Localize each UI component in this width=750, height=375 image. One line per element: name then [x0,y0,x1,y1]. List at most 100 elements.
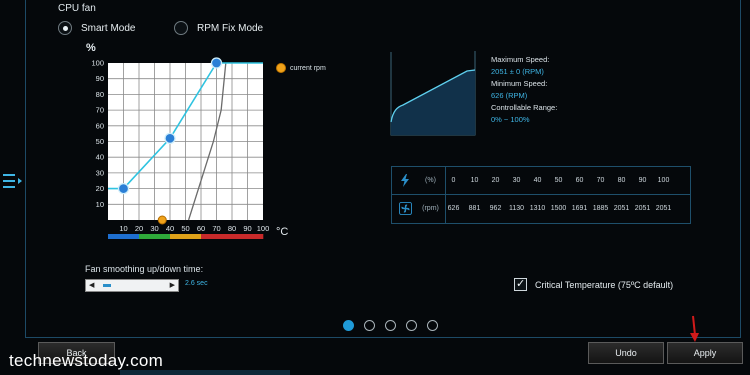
page-dot[interactable] [364,320,375,331]
temperature-band [154,234,171,239]
percent-cell: 70 [596,177,605,184]
temperature-band [123,234,140,239]
y-tick-label: 70 [96,106,104,115]
critical-temperature-label: Critical Temperature (75ºC default) [535,279,674,290]
fan-curve-chart[interactable]: 10 20 30 40 50 60 70 80 90 100 10 20 30 40 50 60 70 80 90 1… [80,55,280,245]
x-tick-label: 40 [166,224,174,233]
percent-cell: 30 [512,177,521,184]
smoothing-value: 2.6 sec [185,280,208,287]
frame-bottom-line [25,337,741,338]
current-rpm-marker [157,215,167,225]
x-tick-label: 60 [197,224,205,233]
percent-cell: 100 [657,177,670,184]
rpm-cell: 626 [447,205,460,212]
y-tick-label: 10 [96,200,104,209]
slider-thumb[interactable] [103,284,111,287]
slider-left-arrow-icon[interactable]: ◀ [89,281,94,289]
radio-dot-icon [58,21,72,35]
section-title: CPU fan [58,3,96,14]
range-label: Controllable Range: [491,103,558,112]
smoothing-slider[interactable]: ◀ ▶ [85,279,179,292]
page-dot[interactable] [343,320,354,331]
y-tick-label: 60 [96,121,104,130]
max-speed-value: 2051 ± 0 (RPM) [491,67,544,76]
min-speed-value: 626 (RPM) [491,91,528,100]
lightning-icon [392,174,418,187]
curve-control-point[interactable] [164,132,176,145]
slider-right-arrow-icon[interactable]: ▶ [170,281,175,289]
apply-button[interactable]: Apply [667,342,743,364]
temperature-band [170,234,186,239]
page-dot[interactable] [385,320,396,331]
checkbox-icon[interactable] [514,277,527,291]
rpm-cell: 2051 [613,205,630,212]
radio-label: Smart Mode [81,22,136,34]
percent-row: (%) 0 10 20 30 40 50 60 70 80 90 100 [392,167,690,195]
temperature-band [216,234,233,239]
temperature-band [201,234,217,239]
radio-smart-mode[interactable]: Smart Mode [58,21,135,35]
critical-temperature-checkbox[interactable]: Critical Temperature (75ºC default) [514,277,674,291]
percent-cell: 10 [470,177,479,184]
speed-info: Maximum Speed: 2051 ± 0 (RPM) Minimum Sp… [491,54,557,126]
y-tick-label: 90 [96,74,104,83]
fan-icon [392,202,418,215]
percent-cell: 80 [617,177,626,184]
page-dot[interactable] [427,320,438,331]
x-tick-label: 20 [135,224,143,233]
rpm-cells: 626 881 962 1130 1310 1500 1691 1885 2051 2051 205… [443,205,674,212]
curve-control-point[interactable] [117,182,130,195]
speed-preview-graph [390,51,476,136]
rpm-cell: 1691 [571,205,588,212]
y-tick-label: 40 [96,153,104,162]
arrow-annotation-icon [690,315,699,342]
percent-cells: 0 10 20 30 40 50 60 70 80 90 100 [443,177,674,184]
rpm-cell: 1310 [529,205,546,212]
percent-cell: 60 [575,177,584,184]
smoothing-label: Fan smoothing up/down time: [85,264,204,274]
temperature-band [185,234,202,239]
temperature-band [232,234,248,239]
current-rpm-dot-icon [276,63,286,73]
x-tick-label: 50 [181,224,189,233]
radio-rpm-fix-mode[interactable]: RPM Fix Mode [174,21,263,35]
percent-cell: 40 [533,177,542,184]
y-unit-label: % [86,42,96,54]
rpm-cell: 1130 [508,205,525,212]
x-tick-label: 90 [243,224,251,233]
x-tick-label: 10 [119,224,127,233]
rpm-row: (rpm) 626 881 962 1130 1310 1500 1691 1885 2051 2… [392,195,690,222]
percent-unit: (%) [425,177,436,184]
y-tick-label: 30 [96,168,104,177]
speed-table: (%) 0 10 20 30 40 50 60 70 80 90 100 (rpm) 626 881 9… [391,166,691,224]
page-dot[interactable] [406,320,417,331]
frame-right-line [740,0,741,338]
temperature-band [108,234,124,239]
x-tick-label: 80 [228,224,236,233]
rpm-cell: 2051 [655,205,672,212]
temperature-band [139,234,155,239]
y-tick-label: 80 [96,90,104,99]
percent-cell: 20 [491,177,500,184]
rpm-cell: 881 [468,205,481,212]
min-speed-label: Minimum Speed: [491,79,548,88]
frame-left-line [25,0,26,338]
range-value: 0% ~ 100% [491,115,530,124]
max-speed-label: Maximum Speed: [491,55,550,64]
temperature-band [247,234,264,239]
percent-cell: 90 [638,177,647,184]
x-tick-label: 70 [212,224,220,233]
rpm-unit: (rpm) [422,205,439,212]
y-tick-label: 50 [96,137,104,146]
side-menu-icon[interactable] [3,172,22,190]
rpm-cell: 962 [489,205,502,212]
page-indicator [343,320,438,331]
rpm-cell: 1885 [592,205,609,212]
percent-cell: 0 [451,177,456,184]
y-tick-label: 100 [91,59,104,68]
legend-current-rpm: current rpm [276,63,326,73]
watermark-text: technewstoday.com [9,351,164,370]
percent-cell: 50 [554,177,563,184]
curve-control-point[interactable] [210,57,223,69]
undo-button[interactable]: Undo [588,342,664,364]
